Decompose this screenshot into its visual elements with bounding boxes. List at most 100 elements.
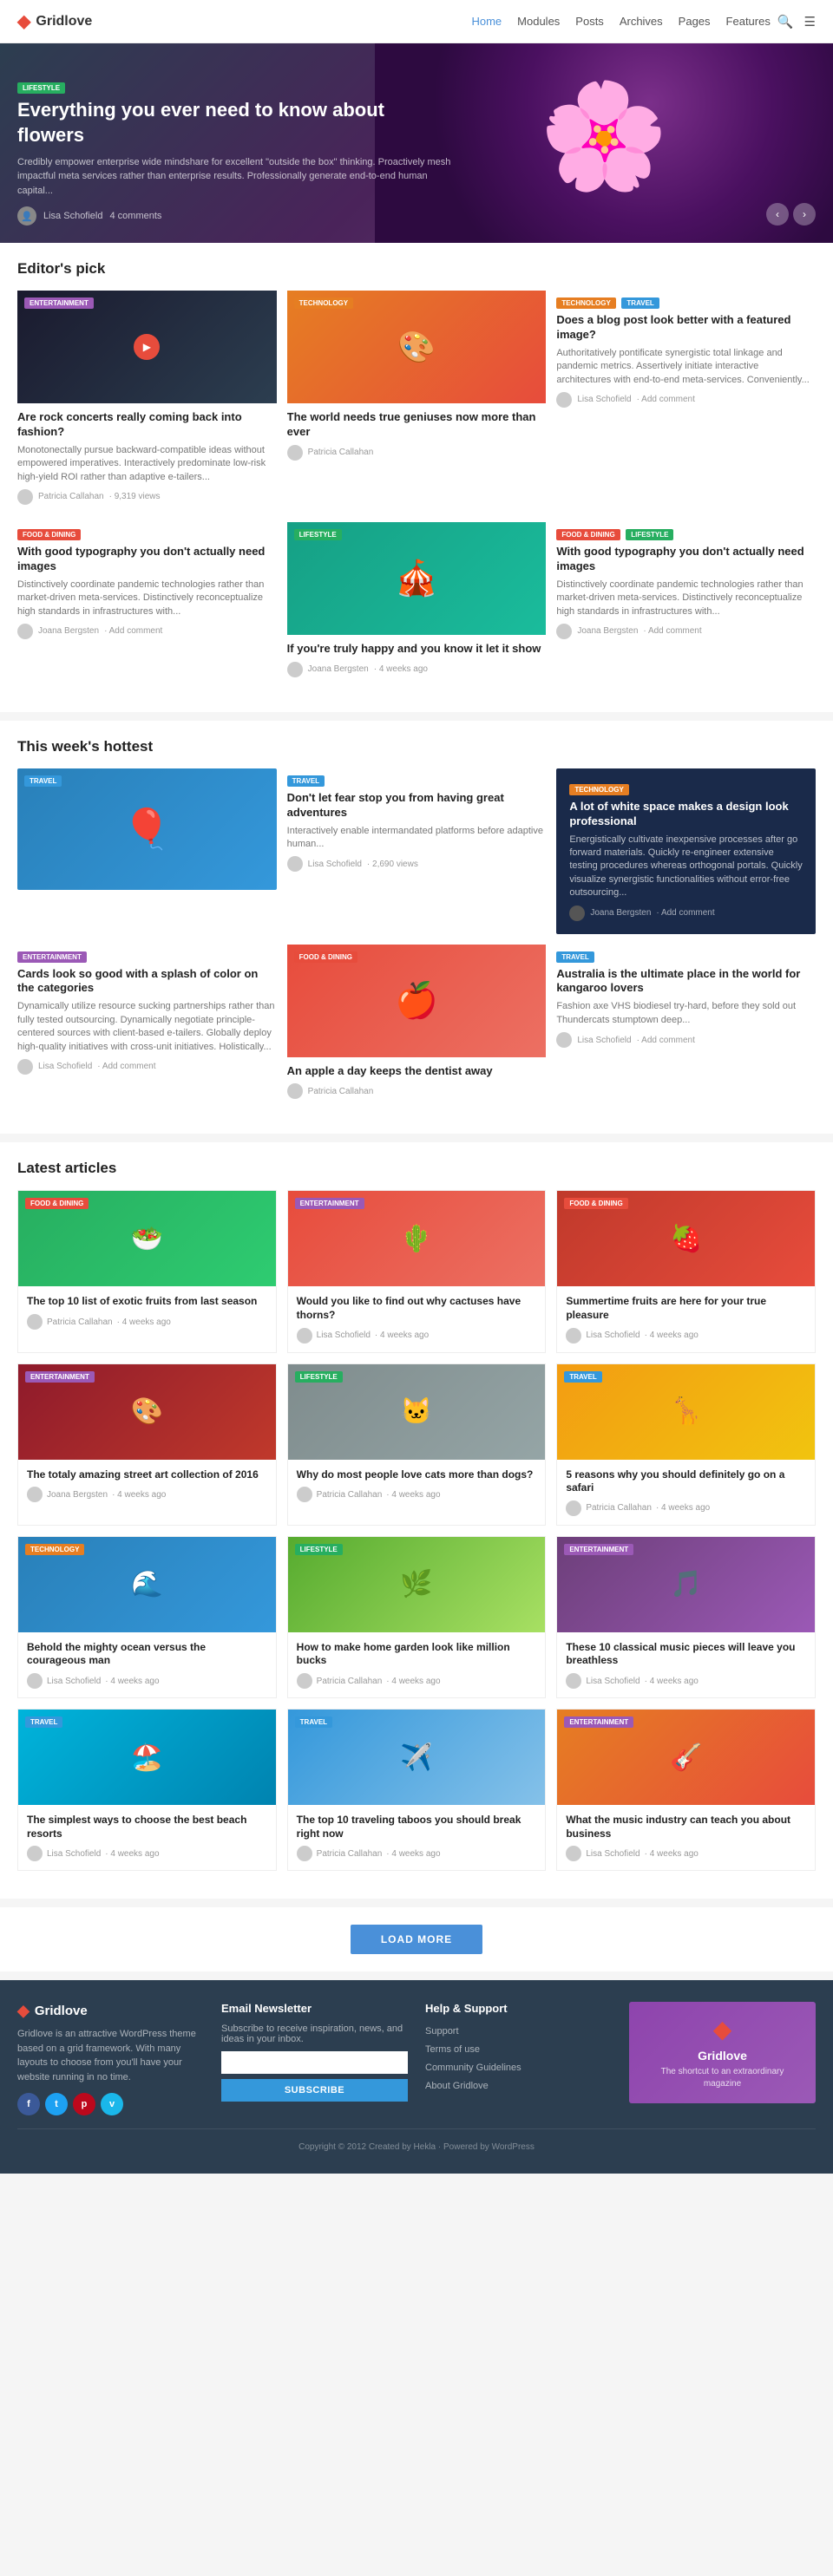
help-link-community[interactable]: Community Guidelines	[425, 2063, 521, 2073]
nav-pages[interactable]: Pages	[679, 15, 711, 28]
latest-body-4: The totaly amazing street art collection…	[18, 1460, 276, 1512]
nav-posts[interactable]: Posts	[575, 15, 604, 28]
hottest-card-6[interactable]: TRAVEL Australia is the ultimate place i…	[556, 945, 816, 1107]
badge-4: ENTERTAINMENT	[25, 1371, 95, 1383]
menu-icon[interactable]: ☰	[804, 14, 816, 29]
this-week-section: This week's hottest TRAVEL 🎈 TRAVEL Don'…	[0, 721, 833, 1134]
hottest-card-3[interactable]: TECHNOLOGY A lot of white space makes a …	[556, 768, 816, 934]
latest-card-4[interactable]: ENTERTAINMENT 🎨 The totaly amazing stree…	[17, 1363, 277, 1526]
help-link-about[interactable]: About Gridlove	[425, 2081, 489, 2091]
hottest-image-1: TRAVEL 🎈	[17, 768, 277, 890]
editors-pick-card-1[interactable]: ▶ ENTERTAINMENT Are rock concerts really…	[17, 291, 277, 512]
hottest-card-5[interactable]: FOOD & DINING 🍎 An apple a day keeps the…	[287, 945, 547, 1107]
editors-pick-card-4[interactable]: FOOD & DINING With good typography you d…	[17, 522, 277, 684]
author-avatar	[569, 906, 585, 921]
hero-next-button[interactable]: ›	[793, 203, 816, 226]
facebook-button[interactable]: f	[17, 2093, 40, 2115]
hottest-image-5: FOOD & DINING 🍎	[287, 945, 547, 1057]
hero-avatar: 👤	[17, 206, 36, 226]
footer-logo[interactable]: ◆ Gridlove	[17, 2002, 204, 2020]
add-comment-4[interactable]: · Add comment	[104, 626, 162, 636]
editors-pick-card-3[interactable]: TECHNOLOGY TRAVEL Does a blog post look …	[556, 291, 816, 512]
author-avatar	[27, 1487, 43, 1502]
time: · 4 weeks ago	[375, 1330, 429, 1340]
editors-pick-card-2[interactable]: TECHNOLOGY 🎨 The world needs true genius…	[287, 291, 547, 512]
latest-card-8[interactable]: LIFESTYLE 🌿 How to make home garden look…	[287, 1536, 547, 1698]
nav-archives[interactable]: Archives	[620, 15, 663, 28]
hero-prev-button[interactable]: ‹	[766, 203, 789, 226]
time: · 4 weeks ago	[656, 1503, 710, 1513]
latest-body-11: The top 10 traveling taboos you should b…	[288, 1805, 546, 1870]
help-link-terms[interactable]: Terms of use	[425, 2044, 480, 2055]
editors-pick-card-5[interactable]: LIFESTYLE 🎪 If you're truly happy and yo…	[287, 522, 547, 684]
newsletter-email-input[interactable]	[221, 2051, 408, 2074]
load-more-button[interactable]: LOAD MORE	[351, 1925, 482, 1954]
latest-card-12[interactable]: ENTERTAINMENT 🎸 What the music industry …	[556, 1709, 816, 1871]
hottest-badge-5: FOOD & DINING	[294, 951, 357, 963]
author: Patricia Callahan	[308, 1087, 374, 1096]
latest-image-12: ENTERTAINMENT 🎸	[557, 1710, 815, 1805]
author-avatar-5	[287, 662, 303, 677]
hottest-card-4[interactable]: ENTERTAINMENT Cards look so good with a …	[17, 945, 277, 1107]
latest-meta-5: Patricia Callahan · 4 weeks ago	[297, 1487, 537, 1502]
latest-card-5[interactable]: LIFESTYLE 🐱 Why do most people love cats…	[287, 1363, 547, 1526]
add-comment-3[interactable]: · Add comment	[637, 395, 695, 404]
brand-tagline: The shortcut to an extraordinary magazin…	[642, 2066, 803, 2090]
author-name-2: Patricia Callahan	[308, 448, 374, 457]
author: Joana Bergsten	[590, 908, 651, 918]
hero-navigation: ‹ ›	[766, 203, 816, 226]
latest-title-12: What the music industry can teach you ab…	[566, 1814, 806, 1840]
help-link-support[interactable]: Support	[425, 2026, 459, 2037]
time: · 4 weeks ago	[386, 1490, 440, 1500]
add-comment-6[interactable]: · Add comment	[643, 626, 701, 636]
hero-section: LIFESTYLE Everything you ever need to kn…	[0, 43, 833, 243]
author-avatar	[17, 489, 33, 505]
latest-card-10[interactable]: TRAVEL 🏖️ The simplest ways to choose th…	[17, 1709, 277, 1871]
author-avatar-3	[556, 392, 572, 408]
nav-home[interactable]: Home	[471, 15, 502, 28]
load-more-section: LOAD MORE	[0, 1907, 833, 1971]
latest-card-2[interactable]: ENTERTAINMENT 🌵 Would you like to find o…	[287, 1190, 547, 1352]
hottest-card-1[interactable]: TRAVEL 🎈	[17, 768, 277, 934]
hottest-meta-3: Joana Bergsten · Add comment	[569, 906, 803, 921]
logo[interactable]: ◆ Gridlove	[17, 10, 92, 32]
add-comment[interactable]: · Add comment	[656, 908, 714, 918]
twitter-button[interactable]: t	[45, 2093, 68, 2115]
editors-pick-card-6[interactable]: FOOD & DINING LIFESTYLE With good typogr…	[556, 522, 816, 684]
latest-title-3: Summertime fruits are here for your true…	[566, 1295, 806, 1322]
newsletter-subscribe-button[interactable]: SUBSCRIBE	[221, 2079, 408, 2102]
footer-brand-box: ◆ Gridlove The shortcut to an extraordin…	[629, 2002, 816, 2115]
latest-card-7[interactable]: TECHNOLOGY 🌊 Behold the mighty ocean ver…	[17, 1536, 277, 1698]
hottest-card-2[interactable]: TRAVEL Don't let fear stop you from havi…	[287, 768, 547, 934]
latest-card-3[interactable]: FOOD & DINING 🍓 Summertime fruits are he…	[556, 1190, 816, 1352]
nav-modules[interactable]: Modules	[517, 15, 560, 28]
latest-body-3: Summertime fruits are here for your true…	[557, 1286, 815, 1351]
play-icon[interactable]: ▶	[134, 334, 160, 360]
add-comment[interactable]: · Add comment	[637, 1036, 695, 1045]
hottest-title-6: Australia is the ultimate place in the w…	[556, 967, 816, 997]
author: Lisa Schofield	[47, 1677, 101, 1686]
latest-card-9[interactable]: ENTERTAINMENT 🎵 These 10 classical music…	[556, 1536, 816, 1698]
hero-description: Credibly empower enterprise wide mindsha…	[17, 155, 456, 199]
latest-body-10: The simplest ways to choose the best bea…	[18, 1805, 276, 1870]
pinterest-button[interactable]: p	[73, 2093, 95, 2115]
hero-comments[interactable]: 4 comments	[110, 211, 162, 221]
author: Patricia Callahan	[317, 1849, 383, 1859]
add-comment[interactable]: · Add comment	[97, 1062, 155, 1071]
search-icon[interactable]: 🔍	[777, 14, 794, 29]
card-badge-5: LIFESTYLE	[294, 529, 342, 540]
author-avatar-2	[287, 445, 303, 461]
vimeo-button[interactable]: v	[101, 2093, 123, 2115]
latest-card-1[interactable]: FOOD & DINING 🥗 The top 10 list of exoti…	[17, 1190, 277, 1352]
card-desc-1: Monotonectally pursue backward-compatibl…	[17, 444, 277, 484]
latest-card-11[interactable]: TRAVEL ✈️ The top 10 traveling taboos yo…	[287, 1709, 547, 1871]
card-body-1: Are rock concerts really coming back int…	[17, 403, 277, 512]
latest-image-8: LIFESTYLE 🌿	[288, 1537, 546, 1632]
hottest-body-5: An apple a day keeps the dentist away Pa…	[287, 1057, 547, 1107]
author: Patricia Callahan	[317, 1677, 383, 1686]
latest-card-6[interactable]: TRAVEL 🦒 5 reasons why you should defini…	[556, 1363, 816, 1526]
footer-grid: ◆ Gridlove Gridlove is an attractive Wor…	[17, 2002, 816, 2115]
time: · 4 weeks ago	[645, 1677, 699, 1686]
nav-features[interactable]: Features	[726, 15, 771, 28]
hottest-title-4: Cards look so good with a splash of colo…	[17, 967, 277, 997]
